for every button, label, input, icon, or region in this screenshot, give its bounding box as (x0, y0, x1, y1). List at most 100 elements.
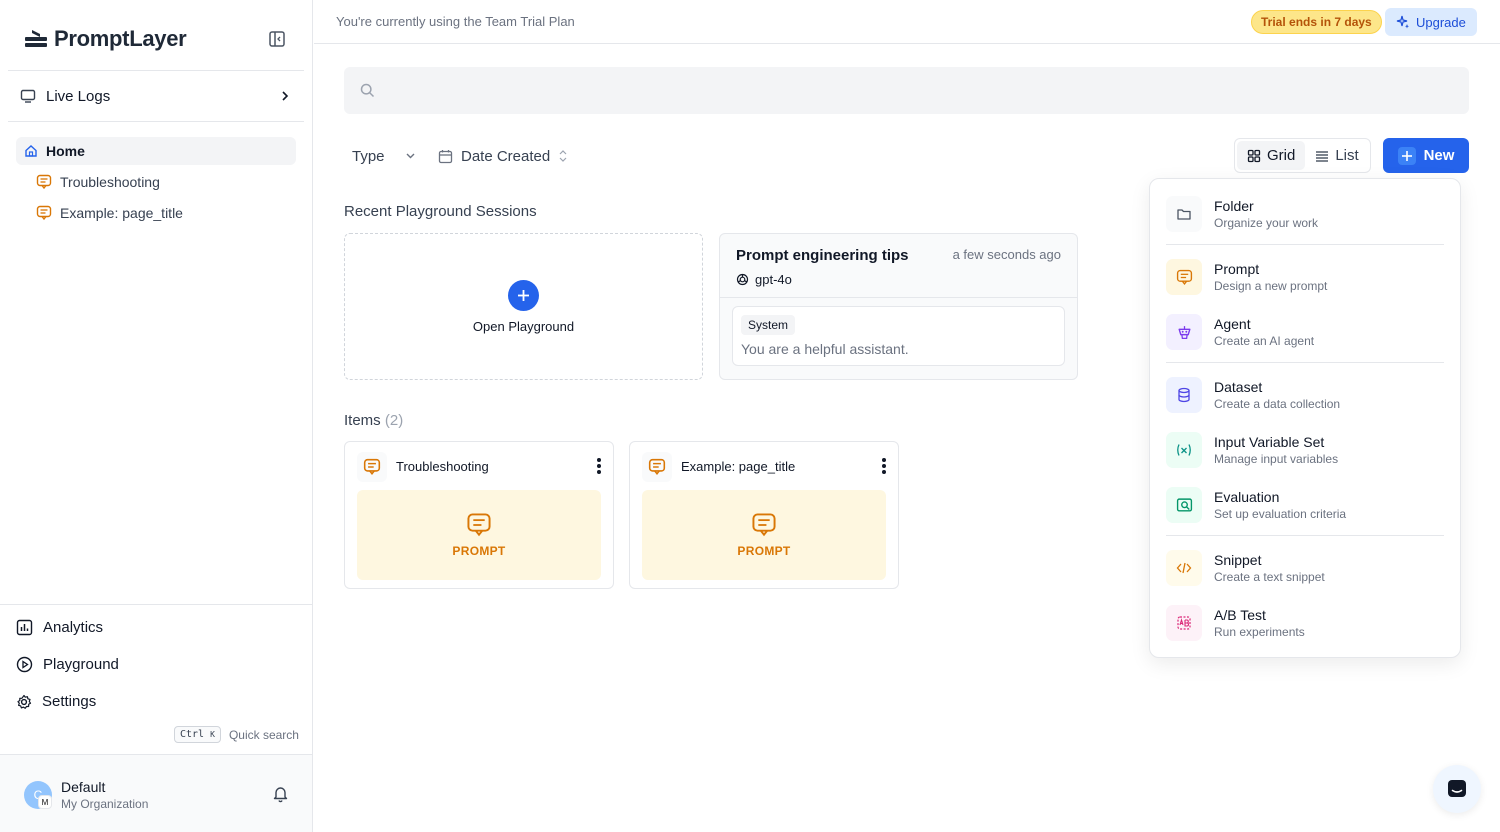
bell-icon[interactable] (272, 785, 289, 803)
trial-badge: Trial ends in 7 days (1251, 10, 1382, 34)
menu-item-snippet[interactable]: Snippet Create a text snippet (1166, 545, 1444, 591)
openai-icon (736, 273, 749, 286)
model-name: gpt-4o (755, 272, 792, 287)
search-icon (360, 83, 375, 98)
sidebar-item-home[interactable]: Home (16, 137, 296, 165)
system-message: System You are a helpful assistant. (732, 306, 1065, 366)
session-title: Prompt engineering tips (736, 247, 909, 264)
upgrade-button[interactable]: Upgrade (1385, 8, 1477, 36)
sidebar-item-analytics[interactable]: Analytics (16, 619, 103, 636)
divider (1166, 535, 1444, 536)
kbd-k: K (210, 730, 215, 739)
items-title: Items (344, 412, 381, 429)
logo-text: PromptLayer (54, 26, 187, 51)
list-view-button[interactable]: List (1305, 141, 1368, 170)
new-dropdown-menu: Folder Organize your work Prompt Design a … (1149, 178, 1461, 658)
plan-text: You're currently using the Team Trial Pl… (336, 14, 575, 29)
sparkles-icon (1396, 15, 1409, 29)
sidebar: PromptLayer Live Logs Home Troubleshooti… (0, 0, 313, 832)
live-logs-link[interactable]: Live Logs (8, 78, 304, 114)
chat-icon (1448, 780, 1466, 797)
prompt-icon (357, 452, 387, 482)
kbd-ctrl: Ctrl (180, 729, 205, 740)
playground-session-card[interactable]: Prompt engineering tips a few seconds ag… (719, 233, 1078, 380)
new-button[interactable]: New (1383, 138, 1469, 173)
divider (0, 604, 312, 605)
menu-item-title: Input Variable Set (1214, 434, 1325, 450)
analytics-icon (16, 619, 33, 636)
more-vertical-icon[interactable] (593, 456, 605, 476)
menu-item-desc: Organize your work (1214, 216, 1319, 230)
menu-item-ab-test[interactable]: A/B Test Run experiments (1166, 600, 1444, 646)
item-type: PROMPT (737, 544, 791, 558)
quick-search-hint[interactable]: Ctrl K Quick search (174, 726, 299, 743)
menu-item-folder[interactable]: Folder Organize your work (1166, 191, 1444, 237)
list-label: List (1335, 147, 1359, 164)
item-card[interactable]: Example: page_title PROMPT (629, 441, 899, 589)
playground-label: Playground (43, 656, 119, 673)
menu-item-desc: Create a text snippet (1214, 570, 1325, 584)
date-created-sort[interactable]: Date Created (438, 144, 568, 168)
user-name: Default (61, 779, 106, 795)
divider (8, 121, 304, 122)
divider (720, 297, 1077, 298)
play-circle-icon (16, 656, 33, 673)
recent-sessions-heading: Recent Playground Sessions (344, 203, 537, 220)
prompt-icon (1166, 259, 1202, 295)
plus-icon (508, 279, 539, 311)
menu-item-title: Dataset (1214, 379, 1263, 395)
menu-item-title: Folder (1214, 198, 1254, 214)
sidebar-item-settings[interactable]: Settings (16, 693, 96, 710)
menu-item-dataset[interactable]: Dataset Create a data collection (1166, 372, 1444, 418)
menu-item-desc: Create an AI agent (1214, 334, 1315, 348)
prompt-icon (36, 174, 52, 190)
divider (8, 70, 304, 71)
items-heading: Items (2) (344, 412, 403, 429)
message-role: System (741, 315, 796, 335)
collapse-sidebar-icon[interactable] (268, 30, 286, 48)
sidebar-item-example[interactable]: Example: page_title (36, 200, 183, 226)
grid-view-button[interactable]: Grid (1237, 141, 1306, 170)
support-chat-button[interactable] (1433, 765, 1481, 813)
type-filter[interactable]: Type (352, 144, 417, 168)
chevron-down-icon (406, 153, 415, 159)
sidebar-item-label: Example: page_title (60, 205, 183, 221)
menu-item-evaluation[interactable]: Evaluation Set up evaluation criteria (1166, 482, 1444, 528)
analytics-label: Analytics (43, 619, 104, 636)
quick-search-label: Quick search (228, 727, 299, 742)
menu-item-agent[interactable]: Agent Create an AI agent (1166, 309, 1444, 355)
menu-item-title: Evaluation (1214, 489, 1280, 505)
promptlayer-logo-icon (25, 30, 47, 47)
view-toggle: Grid List (1234, 138, 1371, 173)
prompt-icon (467, 513, 491, 537)
item-preview: PROMPT (357, 490, 601, 580)
menu-item-desc: Manage input variables (1214, 452, 1339, 466)
prompt-icon (752, 513, 776, 537)
grid-label: Grid (1267, 147, 1296, 164)
sort-icon (559, 150, 567, 162)
menu-item-prompt[interactable]: Prompt Design a new prompt (1166, 254, 1444, 300)
logo[interactable]: PromptLayer (24, 26, 187, 52)
menu-item-title: Prompt (1214, 261, 1260, 277)
menu-item-title: A/B Test (1214, 607, 1266, 623)
gear-icon (17, 694, 32, 709)
session-model: gpt-4o (736, 272, 792, 287)
live-logs-label: Live Logs (46, 87, 111, 105)
keyboard-shortcut: Ctrl K (174, 726, 221, 743)
more-vertical-icon[interactable] (878, 456, 890, 476)
sidebar-item-playground[interactable]: Playground (16, 656, 119, 673)
sidebar-item-label: Troubleshooting (60, 174, 160, 190)
divider (1166, 244, 1444, 245)
plus-icon (1397, 146, 1416, 165)
session-time: a few seconds ago (952, 247, 1061, 262)
item-card[interactable]: Troubleshooting PROMPT (344, 441, 614, 589)
open-playground-card[interactable]: Open Playground (344, 233, 703, 380)
sidebar-item-troubleshooting[interactable]: Troubleshooting (36, 169, 160, 195)
menu-item-input-variable-set[interactable]: Input Variable Set Manage input variables (1166, 427, 1444, 473)
user-area[interactable]: C M Default My Organization (0, 754, 312, 832)
monitor-icon (20, 89, 36, 103)
variable-icon (1166, 432, 1202, 468)
search-input[interactable] (344, 67, 1469, 114)
upgrade-label: Upgrade (1416, 14, 1466, 30)
divider (1166, 362, 1444, 363)
